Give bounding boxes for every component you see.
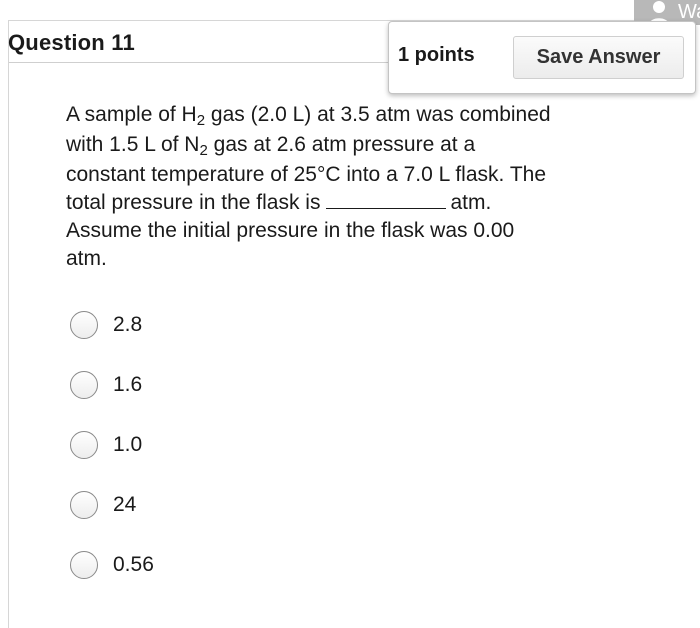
question-text-segment: gas (2.0 L) at 3.5 atm was combined — [205, 103, 551, 126]
option-label: 0.56 — [113, 553, 154, 576]
question-line: atm. — [66, 247, 107, 270]
radio-button[interactable] — [70, 311, 98, 339]
answer-option[interactable]: 1.6 — [70, 368, 370, 428]
question-text-segment: with 1.5 L of N — [66, 133, 200, 156]
points-panel: 1 points Save Answer — [388, 21, 696, 94]
question-text: A sample of H2 gas (2.0 L) at 3.5 atm wa… — [66, 100, 646, 272]
answer-option[interactable]: 0.56 — [70, 548, 370, 608]
question-text-segment: A sample of H — [66, 103, 197, 126]
header-divider — [9, 62, 391, 63]
radio-button[interactable] — [70, 551, 98, 579]
option-label: 1.6 — [113, 373, 143, 396]
radio-button[interactable] — [70, 491, 98, 519]
question-line: total pressure in the flask is atm. — [66, 188, 646, 216]
answer-option[interactable]: 24 — [70, 488, 370, 548]
subscript: 2 — [196, 112, 206, 129]
radio-button[interactable] — [70, 371, 98, 399]
points-label: 1 points — [398, 44, 475, 66]
answer-blank — [326, 190, 447, 209]
option-label: 2.8 — [113, 313, 143, 336]
question-line: constant temperature of 25°C into a 7.0 … — [66, 163, 547, 186]
answer-option[interactable]: 2.8 — [70, 308, 370, 368]
save-answer-button[interactable]: Save Answer — [513, 36, 684, 79]
answer-option[interactable]: 1.0 — [70, 428, 370, 488]
radio-button[interactable] — [70, 431, 98, 459]
subscript: 2 — [199, 142, 208, 159]
option-label: 1.0 — [113, 433, 143, 456]
question-title: Question 11 — [8, 30, 135, 55]
option-label: 24 — [113, 493, 137, 516]
question-text-segment: gas at 2.6 atm pressure at a — [207, 133, 476, 156]
question-line: A sample of H2 gas (2.0 L) at 3.5 atm wa… — [66, 100, 646, 130]
question-line: Assume the initial pressure in the flask… — [66, 219, 515, 242]
question-text-segment: atm. — [450, 191, 492, 214]
question-line: with 1.5 L of N2 gas at 2.6 atm pressure… — [66, 130, 646, 160]
question-text-segment: total pressure in the flask is — [66, 191, 321, 214]
page: Question 11 Wa 1 points Save Answer A sa… — [0, 0, 700, 628]
answer-options: 2.8 1.6 1.0 24 0.56 — [70, 308, 370, 608]
